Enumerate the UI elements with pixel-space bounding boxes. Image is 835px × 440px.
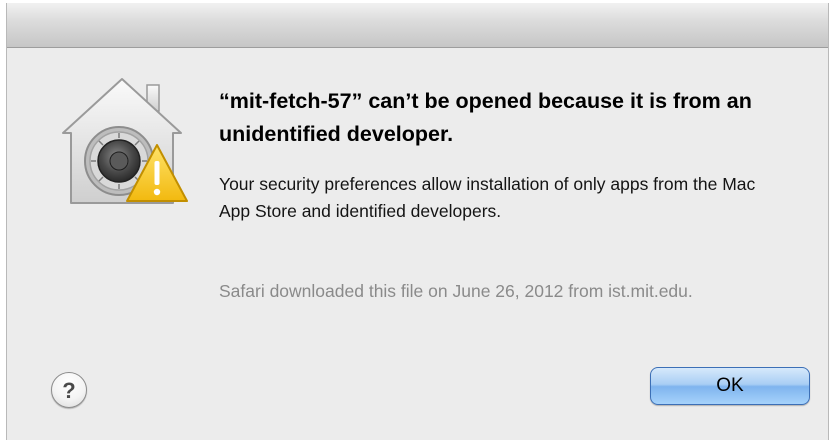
ok-button-label: OK	[716, 375, 744, 396]
alert-dialog: “mit-fetch-57” can’t be opened because i…	[6, 3, 829, 440]
dialog-titlebar[interactable]	[7, 3, 828, 48]
screen: “mit-fetch-57” can’t be opened because i…	[0, 0, 835, 440]
download-source-note: Safari downloaded this file on June 26, …	[219, 281, 693, 301]
alert-heading: “mit-fetch-57” can’t be opened because i…	[219, 89, 752, 146]
gatekeeper-security-icon	[59, 75, 189, 211]
help-button[interactable]: ?	[51, 372, 87, 408]
help-icon: ?	[62, 377, 76, 403]
ok-button[interactable]: OK	[650, 367, 810, 405]
alert-message: Your security preferences allow installa…	[219, 174, 756, 221]
